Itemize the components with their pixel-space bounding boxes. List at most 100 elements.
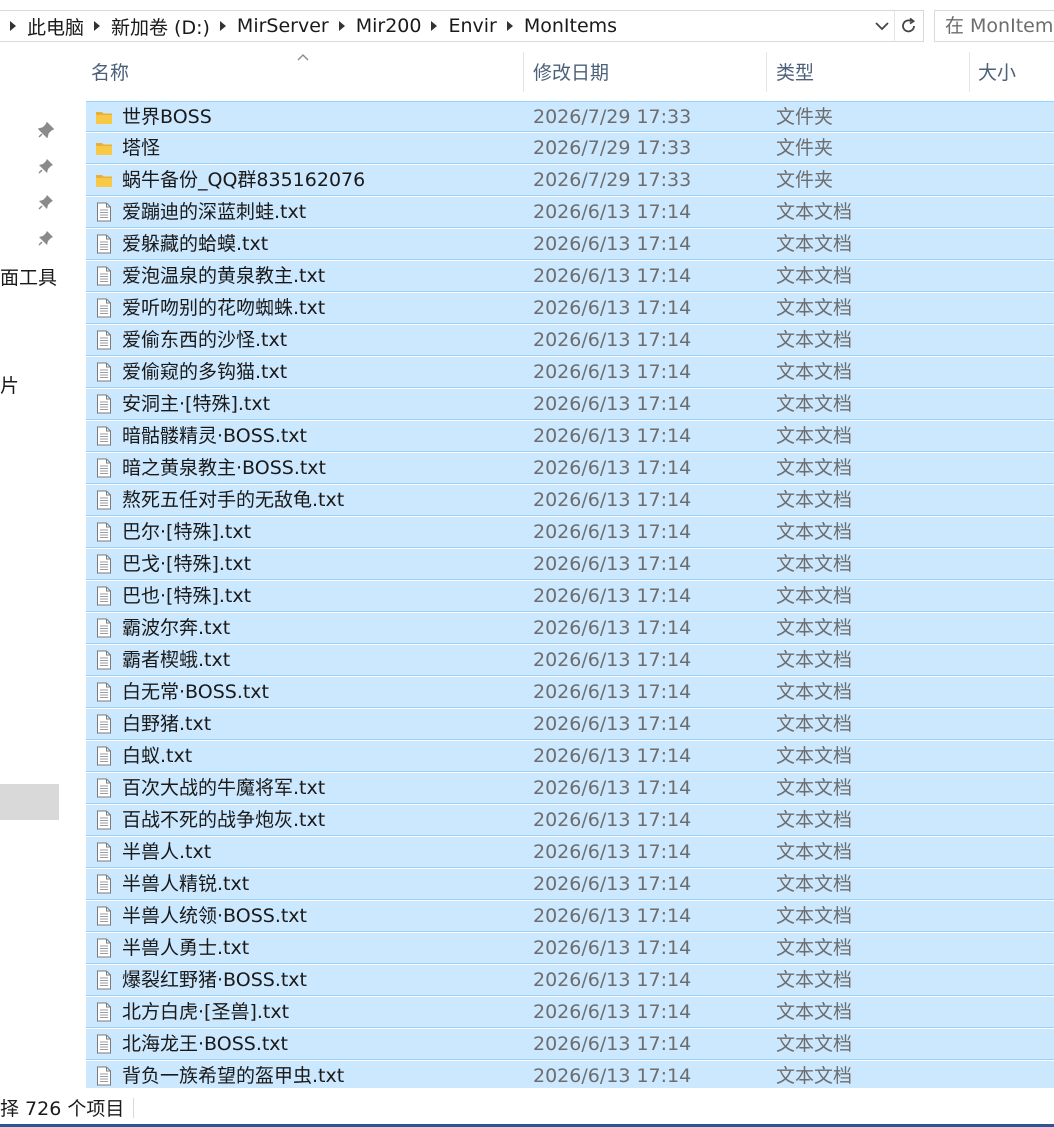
file-type: 文本文档 (776, 809, 853, 831)
file-row[interactable]: 巴也·[特殊].txt 2026/6/13 17:14 文本文档 (86, 581, 1054, 612)
file-name: 巴也·[特殊].txt (122, 585, 252, 607)
breadcrumb-item[interactable]: Mir200 (356, 15, 422, 37)
file-row[interactable]: 巴尔·[特殊].txt 2026/6/13 17:14 文本文档 (86, 517, 1054, 548)
pin-icon[interactable] (38, 122, 54, 138)
file-row[interactable]: 巴戈·[特殊].txt 2026/6/13 17:14 文本文档 (86, 549, 1054, 580)
file-type: 文件夹 (776, 137, 834, 159)
file-row[interactable]: 爆裂红野猪·BOSS.txt 2026/6/13 17:14 文本文档 (86, 965, 1054, 996)
file-row[interactable]: 暗骷髅精灵·BOSS.txt 2026/6/13 17:14 文本文档 (86, 421, 1054, 452)
chevron-right-icon[interactable] (0, 20, 27, 32)
breadcrumb-item[interactable]: 此电脑 (27, 13, 84, 40)
file-date: 2026/6/13 17:14 (533, 265, 692, 287)
file-type: 文本文档 (776, 1001, 853, 1023)
file-date: 2026/6/13 17:14 (533, 969, 692, 991)
file-name: 安洞主·[特殊].txt (122, 393, 271, 415)
file-row[interactable]: 霸者楔蛾.txt 2026/6/13 17:14 文本文档 (86, 645, 1054, 676)
chevron-right-icon[interactable] (329, 20, 356, 32)
text-file-icon (96, 458, 112, 478)
file-date: 2026/7/29 17:33 (533, 106, 692, 128)
file-row[interactable]: 蜗牛备份_QQ群835162076 2026/7/29 17:33 文件夹 (86, 165, 1054, 196)
status-divider (133, 1098, 134, 1118)
breadcrumb-item[interactable]: MirServer (237, 15, 329, 37)
text-file-icon (96, 714, 112, 734)
file-type: 文本文档 (776, 585, 853, 607)
file-date: 2026/7/29 17:33 (533, 169, 692, 191)
file-row[interactable]: 半兽人精锐.txt 2026/6/13 17:14 文本文档 (86, 869, 1054, 900)
column-type[interactable]: 类型 (776, 52, 814, 96)
file-row[interactable]: 塔怪 2026/7/29 17:33 文件夹 (86, 133, 1054, 164)
text-file-icon (96, 554, 112, 574)
refresh-icon[interactable] (894, 11, 923, 41)
file-row[interactable]: 百次大战的牛魔将军.txt 2026/6/13 17:14 文本文档 (86, 773, 1054, 804)
text-file-icon (96, 490, 112, 510)
breadcrumb-item[interactable]: MonItems (524, 15, 617, 37)
search-input[interactable]: 在 MonItems (934, 10, 1054, 42)
column-date[interactable]: 修改日期 (533, 52, 609, 96)
chevron-right-icon[interactable] (210, 20, 237, 32)
column-divider[interactable] (969, 52, 970, 92)
file-name: 百次大战的牛魔将军.txt (122, 777, 326, 799)
file-type: 文本文档 (776, 937, 853, 959)
file-row[interactable]: 白无常·BOSS.txt 2026/6/13 17:14 文本文档 (86, 677, 1054, 708)
column-name[interactable]: 名称 (91, 52, 129, 96)
file-row[interactable]: 爱蹦迪的深蓝刺蛙.txt 2026/6/13 17:14 文本文档 (86, 197, 1054, 228)
pin-icon[interactable] (38, 230, 54, 246)
breadcrumb[interactable]: 此电脑 新加卷 (D:) MirServer Mir200 Envir MonItems (0, 10, 924, 42)
file-date: 2026/6/13 17:14 (533, 617, 692, 639)
file-row[interactable]: 爱泡温泉的黄泉教主.txt 2026/6/13 17:14 文本文档 (86, 261, 1054, 292)
file-name: 半兽人.txt (122, 841, 212, 863)
file-date: 2026/7/29 17:33 (533, 137, 692, 159)
nav-item-label[interactable]: 面工具 (0, 263, 57, 290)
file-row[interactable]: 世界BOSS 2026/7/29 17:33 文件夹 (86, 101, 1054, 132)
file-name: 熬死五任对手的无敌龟.txt (122, 489, 345, 511)
nav-item-label[interactable]: 片 (0, 371, 19, 398)
text-file-icon (96, 906, 112, 926)
file-date: 2026/6/13 17:14 (533, 841, 692, 863)
file-row[interactable]: 北方白虎·[圣兽].txt 2026/6/13 17:14 文本文档 (86, 997, 1054, 1028)
file-date: 2026/6/13 17:14 (533, 329, 692, 351)
file-row[interactable]: 暗之黄泉教主·BOSS.txt 2026/6/13 17:14 文本文档 (86, 453, 1054, 484)
pin-icon[interactable] (38, 194, 54, 210)
column-size[interactable]: 大小 (978, 52, 1016, 96)
chevron-right-icon[interactable] (84, 20, 111, 32)
file-row[interactable]: 熬死五任对手的无敌龟.txt 2026/6/13 17:14 文本文档 (86, 485, 1054, 516)
text-file-icon (96, 266, 112, 286)
breadcrumb-item[interactable]: 新加卷 (D:) (111, 13, 210, 40)
file-row[interactable]: 白蚁.txt 2026/6/13 17:14 文本文档 (86, 741, 1054, 772)
chevron-right-icon[interactable] (421, 20, 448, 32)
folder-icon (96, 107, 112, 127)
file-row[interactable]: 半兽人.txt 2026/6/13 17:14 文本文档 (86, 837, 1054, 868)
file-name: 爱偷东西的沙怪.txt (122, 329, 288, 351)
pin-icon[interactable] (38, 158, 54, 174)
file-type: 文本文档 (776, 425, 853, 447)
file-row[interactable]: 安洞主·[特殊].txt 2026/6/13 17:14 文本文档 (86, 389, 1054, 420)
file-row[interactable]: 白野猪.txt 2026/6/13 17:14 文本文档 (86, 709, 1054, 740)
file-type: 文本文档 (776, 617, 853, 639)
file-row[interactable]: 半兽人统领·BOSS.txt 2026/6/13 17:14 文本文档 (86, 901, 1054, 932)
chevron-down-icon[interactable] (869, 11, 895, 41)
file-row[interactable]: 北海龙王·BOSS.txt 2026/6/13 17:14 文本文档 (86, 1029, 1054, 1060)
nav-item-selected[interactable] (0, 784, 59, 820)
text-file-icon (96, 394, 112, 414)
file-name: 巴戈·[特殊].txt (122, 553, 252, 575)
file-row[interactable]: 半兽人勇士.txt 2026/6/13 17:14 文本文档 (86, 933, 1054, 964)
file-date: 2026/6/13 17:14 (533, 297, 692, 319)
file-row[interactable]: 百战不死的战争炮灰.txt 2026/6/13 17:14 文本文档 (86, 805, 1054, 836)
file-type: 文本文档 (776, 681, 853, 703)
file-date: 2026/6/13 17:14 (533, 201, 692, 223)
file-row[interactable]: 爱听吻别的花吻蜘蛛.txt 2026/6/13 17:14 文本文档 (86, 293, 1054, 324)
file-name: 霸者楔蛾.txt (122, 649, 231, 671)
breadcrumb-item[interactable]: Envir (448, 15, 496, 37)
column-divider[interactable] (766, 52, 767, 92)
column-divider[interactable] (523, 52, 524, 92)
text-file-icon (96, 522, 112, 542)
file-name: 北方白虎·[圣兽].txt (122, 1001, 290, 1023)
file-row[interactable]: 霸波尔奔.txt 2026/6/13 17:14 文本文档 (86, 613, 1054, 644)
text-file-icon (96, 650, 112, 670)
chevron-right-icon[interactable] (497, 20, 524, 32)
file-name: 塔怪 (122, 137, 161, 159)
file-row[interactable]: 爱偷东西的沙怪.txt 2026/6/13 17:14 文本文档 (86, 325, 1054, 356)
file-row[interactable]: 爱躲藏的蛤蟆.txt 2026/6/13 17:14 文本文档 (86, 229, 1054, 260)
file-row[interactable]: 爱偷窥的多钩猫.txt 2026/6/13 17:14 文本文档 (86, 357, 1054, 388)
file-date: 2026/6/13 17:14 (533, 425, 692, 447)
